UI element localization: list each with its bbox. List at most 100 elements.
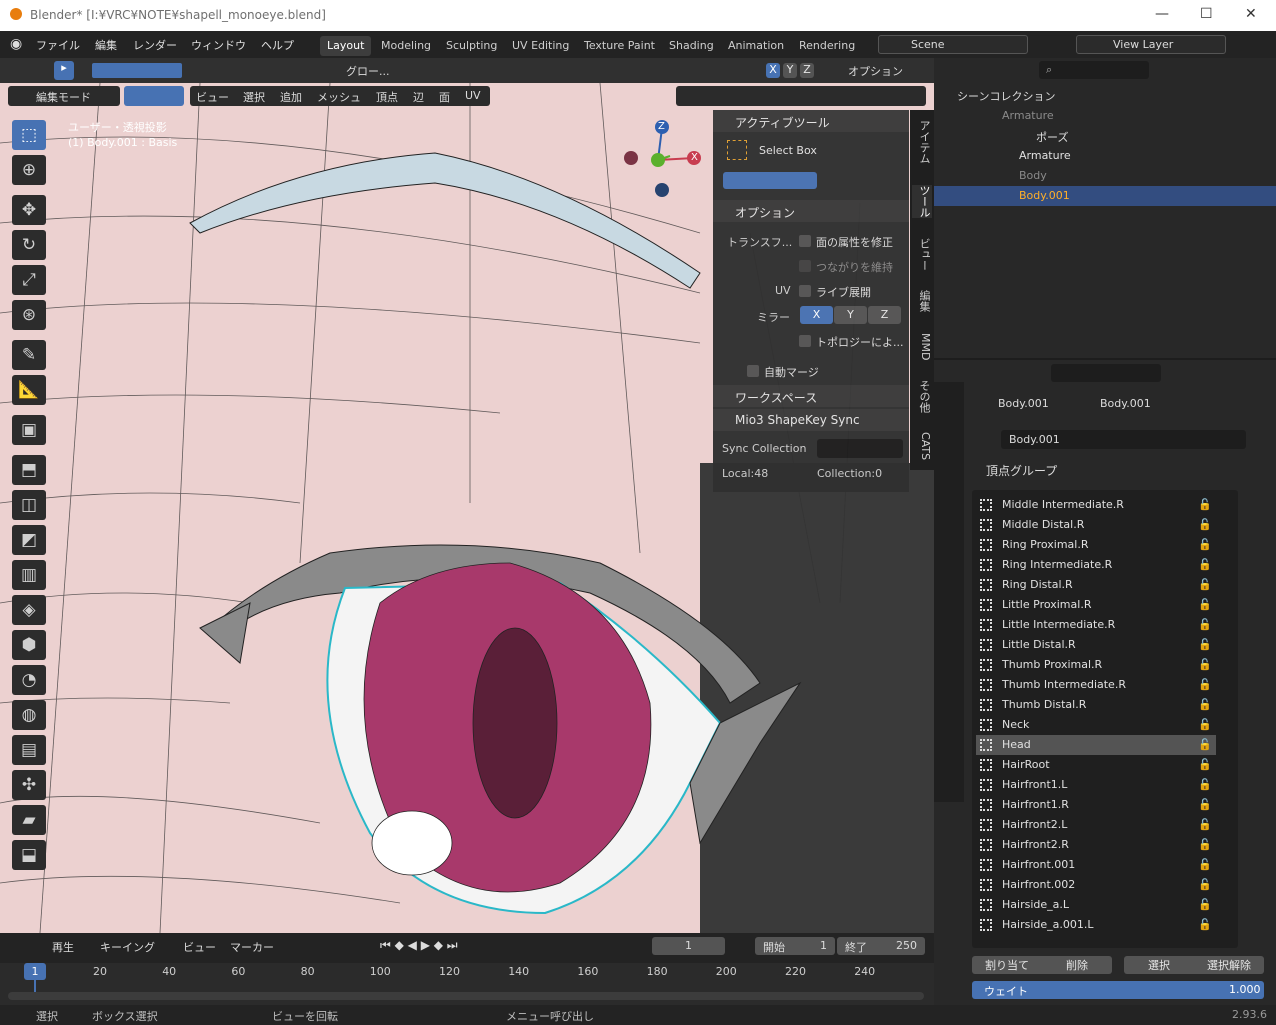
vertex-group-item[interactable]: Thumb Intermediate.R 🔓 xyxy=(976,675,1216,695)
lock-icon[interactable]: 🔓 xyxy=(1198,598,1212,611)
lock-icon[interactable]: 🔓 xyxy=(1198,858,1212,871)
edge-slide-icon[interactable]: ▤ xyxy=(12,735,46,765)
lock-icon[interactable]: 🔓 xyxy=(1198,578,1212,591)
playback-controls[interactable]: ⏮ ◆ ◀ ▶ ◆ ⏭ xyxy=(380,938,458,953)
topology-checkbox[interactable] xyxy=(799,335,811,347)
correct-face-checkbox[interactable] xyxy=(799,235,811,247)
vertex-group-item[interactable]: Hairfront.002 🔓 xyxy=(976,875,1216,895)
tab-rendering[interactable]: Rendering xyxy=(792,36,862,56)
close-icon[interactable]: ✕ xyxy=(1245,6,1257,22)
vertex-group-item[interactable]: Hairside_a.L 🔓 xyxy=(976,895,1216,915)
select-tool-icon[interactable]: ▸ xyxy=(54,61,74,80)
vertex-group-item[interactable]: Little Intermediate.R 🔓 xyxy=(976,615,1216,635)
blender-menu-icon[interactable]: ◉ xyxy=(10,36,22,52)
lock-icon[interactable]: 🔓 xyxy=(1198,698,1212,711)
options-dropdown[interactable]: オプション xyxy=(848,63,903,79)
outliner-search-input[interactable] xyxy=(1039,61,1149,79)
vertex-group-item[interactable]: Neck 🔓 xyxy=(976,715,1216,735)
extrude-icon[interactable]: ⬒ xyxy=(12,455,46,485)
poly-build-icon[interactable]: ⬢ xyxy=(12,630,46,660)
timeline-scrollbar[interactable] xyxy=(8,992,924,1000)
select-button[interactable]: 選択 xyxy=(1124,957,1194,974)
cursor-icon[interactable]: ⊕ xyxy=(12,155,46,185)
auto-merge-checkbox[interactable] xyxy=(747,365,759,377)
menu-edit[interactable]: 編集 xyxy=(95,37,117,53)
move-icon[interactable]: ✥ xyxy=(12,195,46,225)
lock-icon[interactable]: 🔓 xyxy=(1198,878,1212,891)
vertex-group-item[interactable]: Hairfront2.L 🔓 xyxy=(976,815,1216,835)
timeline-view-menu[interactable]: ビュー xyxy=(183,939,216,955)
lock-icon[interactable]: 🔓 xyxy=(1198,498,1212,511)
live-unwrap-checkbox[interactable] xyxy=(799,285,811,297)
vertex-groups-header[interactable]: 頂点グループ xyxy=(986,462,1057,479)
maximize-icon[interactable]: ☐ xyxy=(1200,6,1213,22)
lock-icon[interactable]: 🔓 xyxy=(1198,638,1212,651)
measure-icon[interactable]: 📐 xyxy=(12,375,46,405)
assign-button[interactable]: 割り当て xyxy=(972,957,1042,974)
orientation-dropdown[interactable]: グロー... xyxy=(346,63,390,79)
shrink-fatten-icon[interactable]: ✣ xyxy=(12,770,46,800)
lock-icon[interactable]: 🔓 xyxy=(1198,798,1212,811)
lock-icon[interactable]: 🔓 xyxy=(1198,898,1212,911)
lock-icon[interactable]: 🔓 xyxy=(1198,558,1212,571)
smooth-icon[interactable]: ◍ xyxy=(12,700,46,730)
menu-vertex[interactable]: 頂点 xyxy=(376,89,398,105)
menu-mesh[interactable]: メッシュ xyxy=(317,89,361,105)
vertex-group-item[interactable]: Little Distal.R 🔓 xyxy=(976,635,1216,655)
spin-icon[interactable]: ◔ xyxy=(12,665,46,695)
rotate-icon[interactable]: ↻ xyxy=(12,230,46,260)
current-frame-field[interactable]: 1 xyxy=(652,937,725,955)
properties-search-input[interactable] xyxy=(1051,364,1161,382)
marker-menu[interactable]: マーカー xyxy=(230,939,274,955)
lock-icon[interactable]: 🔓 xyxy=(1198,738,1212,751)
tab-modeling[interactable]: Modeling xyxy=(374,36,438,56)
add-cube-icon[interactable]: ▣ xyxy=(12,415,46,445)
outliner-item[interactable]: Armature xyxy=(934,146,1276,166)
lock-icon[interactable]: 🔓 xyxy=(1198,718,1212,731)
select-box-icon[interactable]: ⬚ xyxy=(12,120,46,150)
lock-icon[interactable]: 🔓 xyxy=(1198,838,1212,851)
vertex-group-item[interactable]: HairRoot 🔓 xyxy=(976,755,1216,775)
workspace-header[interactable]: ワークスペース xyxy=(713,385,909,407)
outliner-item[interactable]: ポーズ xyxy=(934,126,1276,146)
tab-shading[interactable]: Shading xyxy=(662,36,721,56)
vertex-group-item[interactable]: Hairfront1.R 🔓 xyxy=(976,795,1216,815)
outliner-item[interactable]: Body.001 xyxy=(934,186,1276,206)
select-box-tool-icon[interactable] xyxy=(727,140,747,160)
tab-sculpting[interactable]: Sculpting xyxy=(439,36,504,56)
mirror-x-toggle[interactable]: X xyxy=(766,63,780,78)
tab-edit[interactable]: 編集 xyxy=(912,290,932,312)
playback-menu[interactable]: 再生 xyxy=(52,939,74,955)
menu-help[interactable]: ヘルプ xyxy=(261,37,294,53)
selection-mode-buttons[interactable] xyxy=(723,172,817,189)
vertex-group-item[interactable]: Hairfront2.R 🔓 xyxy=(976,835,1216,855)
tab-layout[interactable]: Layout xyxy=(320,36,372,56)
menu-file[interactable]: ファイル xyxy=(36,37,80,53)
transform-icon[interactable]: ⊛ xyxy=(12,300,46,330)
outliner-item[interactable]: Armature xyxy=(934,106,1276,126)
active-tool-header[interactable]: アクティブツール xyxy=(713,110,909,132)
shear-icon[interactable]: ▰ xyxy=(12,805,46,835)
mirror-y-button[interactable]: Y xyxy=(834,306,867,324)
menu-view[interactable]: ビュー xyxy=(196,89,229,105)
lock-icon[interactable]: 🔓 xyxy=(1198,918,1212,931)
sync-collection-field[interactable] xyxy=(817,439,903,458)
select-mode-buttons[interactable] xyxy=(92,63,182,78)
minimize-icon[interactable]: — xyxy=(1155,6,1169,22)
options-header[interactable]: オプション xyxy=(713,200,909,222)
annotate-icon[interactable]: ✎ xyxy=(12,340,46,370)
menu-window[interactable]: ウィンドウ xyxy=(191,37,246,53)
keying-menu[interactable]: キーイング xyxy=(100,939,155,955)
scene-selector[interactable]: Scene xyxy=(878,35,1028,54)
outliner-item[interactable]: Body xyxy=(934,166,1276,186)
tab-uv-editing[interactable]: UV Editing xyxy=(505,36,576,56)
vertex-group-item[interactable]: Middle Distal.R 🔓 xyxy=(976,515,1216,535)
remove-button[interactable]: 削除 xyxy=(1042,957,1112,974)
start-frame-field[interactable]: 開始 1 xyxy=(755,937,835,955)
menu-uv[interactable]: UV xyxy=(465,89,481,102)
vertex-group-item[interactable]: Hairfront1.L 🔓 xyxy=(976,775,1216,795)
vertex-group-item[interactable]: Ring Distal.R 🔓 xyxy=(976,575,1216,595)
tab-cats[interactable]: CATS xyxy=(912,432,932,460)
loop-cut-icon[interactable]: ▥ xyxy=(12,560,46,590)
lock-icon[interactable]: 🔓 xyxy=(1198,758,1212,771)
